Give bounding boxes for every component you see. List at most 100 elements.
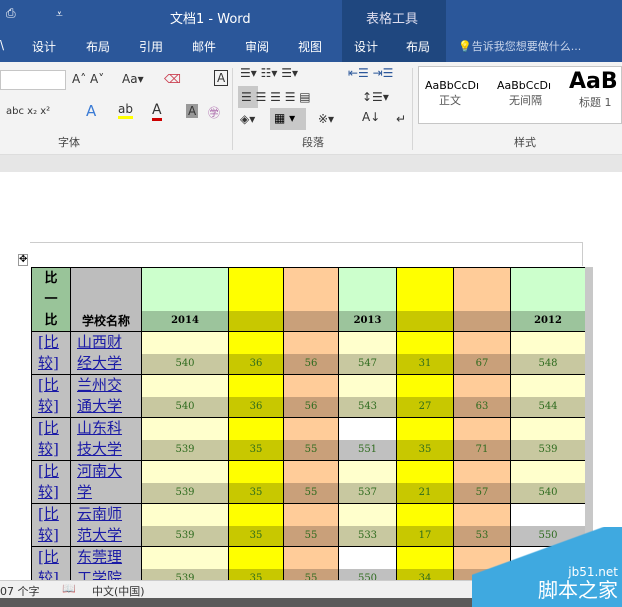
header-cell: 2013	[338, 267, 397, 332]
school-link[interactable]: 河南大学	[71, 461, 133, 503]
compare-link[interactable]: [比较]	[32, 375, 66, 417]
asian-layout-icon[interactable]: ※▾	[318, 112, 334, 126]
score-cell[interactable]: 35	[396, 417, 454, 461]
style-heading1[interactable]: AaB 标题 1	[569, 69, 618, 110]
header-label: 学校名称	[71, 311, 141, 331]
school-link[interactable]: 山东科技大学	[71, 418, 133, 460]
clear-format-icon[interactable]: ⌫	[164, 72, 181, 86]
score-cell[interactable]: 539	[141, 503, 229, 547]
score-cell[interactable]: 540	[141, 331, 229, 375]
style-normal[interactable]: AaBbCcDı 正文	[425, 79, 479, 108]
tab-design[interactable]: 设计	[32, 38, 56, 55]
score-value: 539	[511, 440, 585, 460]
char-shading-icon[interactable]: A	[186, 104, 199, 118]
score-cell[interactable]: 36	[228, 374, 284, 418]
tab-layout[interactable]: 布局	[86, 38, 110, 55]
score-cell[interactable]: 55	[283, 460, 339, 504]
tab-table-design[interactable]: 设计	[354, 38, 378, 55]
school-link[interactable]: 兰州交通大学	[71, 375, 133, 417]
font-size-box[interactable]	[0, 70, 66, 90]
bullets-icon[interactable]: ☰▾ ☷▾ ☰▾	[240, 66, 298, 80]
indent-icon[interactable]: ⇤☰ ⇥☰	[348, 66, 393, 80]
score-cell[interactable]: 539	[510, 417, 586, 461]
change-case-icon[interactable]: Aa▾	[122, 72, 144, 86]
score-value: 55	[284, 440, 338, 460]
show-marks-icon[interactable]: ↵	[396, 112, 406, 126]
compare-link[interactable]: [比较]	[32, 418, 66, 460]
table-row: [比较] 兰州交通大学 540 36 56 543 27 63 544	[31, 374, 586, 418]
score-value: 35	[229, 526, 283, 546]
strike-sub-sup-icon[interactable]: abc x₂ x²	[6, 106, 50, 117]
score-cell[interactable]: 35	[228, 503, 284, 547]
proofing-icon[interactable]: 📖	[62, 582, 76, 595]
score-value: 36	[229, 354, 283, 374]
score-cell[interactable]: 17	[396, 503, 454, 547]
grow-font-icon[interactable]: A˄ A˅	[72, 72, 104, 86]
score-cell[interactable]: 551	[338, 417, 397, 461]
score-value: 551	[339, 440, 396, 460]
score-cell[interactable]: 35	[228, 417, 284, 461]
score-cell[interactable]: 55	[283, 503, 339, 547]
font-color-icon[interactable]: A	[152, 102, 162, 121]
score-value: 35	[229, 440, 283, 460]
score-value: 539	[142, 440, 228, 460]
tab-mailings[interactable]: 邮件	[192, 38, 216, 55]
language[interactable]: 中文(中国)	[92, 583, 145, 599]
tab-references[interactable]: 引用	[139, 38, 163, 55]
tell-me-search[interactable]: 💡告诉我您想要做什么...	[458, 38, 581, 54]
sort-icon[interactable]: A↓	[362, 110, 380, 124]
char-border-icon[interactable]: A	[214, 70, 229, 86]
lightbulb-icon: 💡	[458, 40, 472, 53]
score-cell[interactable]: 548	[510, 331, 586, 375]
score-cell[interactable]: 547	[338, 331, 397, 375]
score-value: 36	[229, 397, 283, 417]
table-move-handle-icon[interactable]: ✥	[18, 254, 29, 266]
score-cell[interactable]: 63	[453, 374, 511, 418]
tell-me-text: 告诉我您想要做什么...	[471, 40, 582, 53]
qat-dropdown-icon[interactable]: ⩡	[56, 7, 63, 22]
shading-icon[interactable]: ◈▾	[240, 112, 255, 126]
style-no-spacing[interactable]: AaBbCcDı 无间隔	[497, 79, 551, 108]
score-cell[interactable]: 71	[453, 417, 511, 461]
tab-table-layout[interactable]: 布局	[406, 38, 430, 55]
header-cell: 学校名称	[70, 267, 142, 332]
table-row: [比较] 山西财经大学 540 36 56 547 31 67 548	[31, 331, 586, 375]
score-value: 548	[511, 354, 585, 374]
score-cell[interactable]: 539	[141, 460, 229, 504]
print-preview-icon[interactable]: ⎙	[6, 6, 16, 21]
score-cell[interactable]: 544	[510, 374, 586, 418]
score-cell[interactable]: 540	[141, 374, 229, 418]
score-cell[interactable]: 67	[453, 331, 511, 375]
word-count[interactable]: 07 个字	[0, 583, 40, 599]
score-cell[interactable]: 57	[453, 460, 511, 504]
score-cell[interactable]: 55	[283, 417, 339, 461]
window-title: 文档1 - Word	[170, 12, 251, 27]
compare-link[interactable]: [比较]	[32, 332, 66, 374]
score-cell[interactable]: 27	[396, 374, 454, 418]
score-value: 537	[339, 483, 396, 503]
line-spacing-icon[interactable]: ↕☰▾	[362, 90, 389, 104]
school-link[interactable]: 山西财经大学	[71, 332, 133, 374]
compare-link[interactable]: [比较]	[32, 461, 66, 503]
score-cell[interactable]: 35	[228, 460, 284, 504]
tab-review[interactable]: 审阅	[245, 38, 269, 55]
score-cell[interactable]: 537	[338, 460, 397, 504]
score-cell[interactable]: 31	[396, 331, 454, 375]
compare-link[interactable]: [比较]	[32, 504, 66, 546]
school-link[interactable]: 云南师范大学	[71, 504, 133, 546]
tab-view[interactable]: 视图	[298, 38, 322, 55]
score-cell[interactable]: 36	[228, 331, 284, 375]
score-cell[interactable]: 540	[510, 460, 586, 504]
borders-button[interactable]: ▦ ▾	[270, 108, 306, 130]
score-cell[interactable]: 56	[283, 331, 339, 375]
enclose-char-icon[interactable]: ㊫	[208, 104, 220, 121]
score-cell[interactable]: 539	[141, 417, 229, 461]
score-value: 540	[142, 397, 228, 417]
score-cell[interactable]: 56	[283, 374, 339, 418]
highlight-icon[interactable]: ab	[118, 102, 133, 119]
score-cell[interactable]: 21	[396, 460, 454, 504]
text-effect-icon[interactable]: A	[86, 102, 96, 120]
align-icons[interactable]: ☰ ☰ ☰ ☰ ▤	[241, 90, 311, 104]
score-cell[interactable]: 533	[338, 503, 397, 547]
score-cell[interactable]: 543	[338, 374, 397, 418]
